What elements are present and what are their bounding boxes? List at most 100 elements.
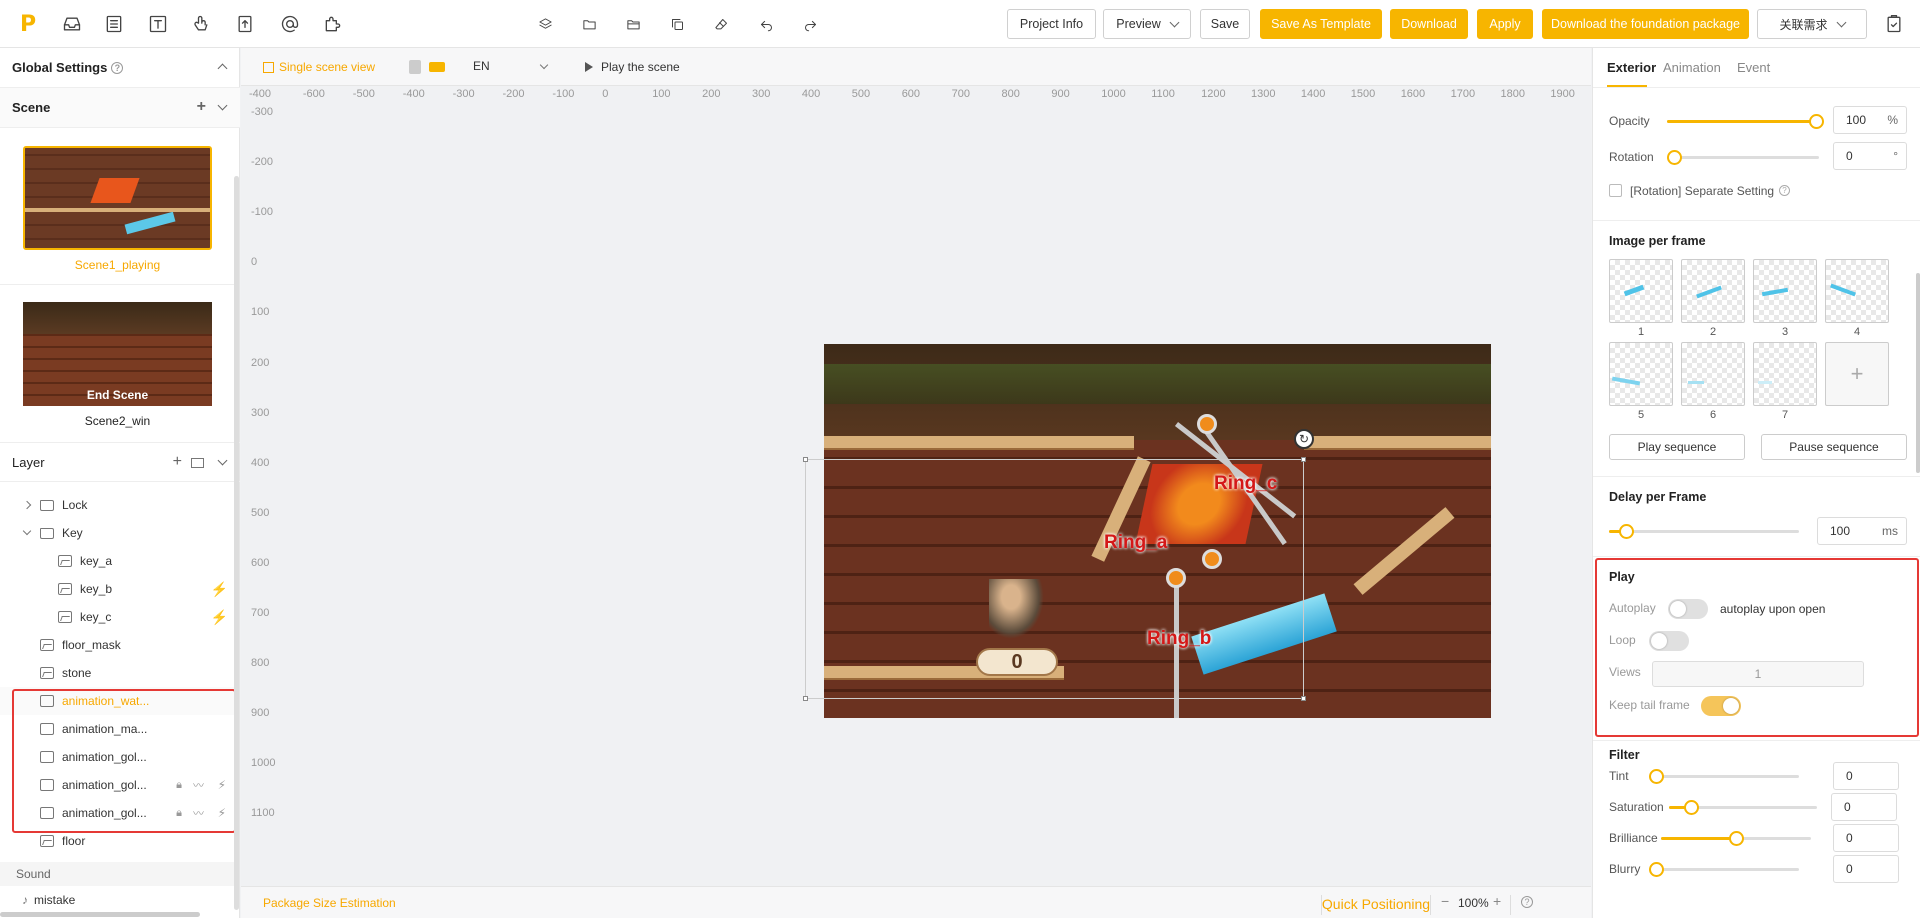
scene-stage[interactable]: ↻ Ring_a Ring_b Ring_c 0 xyxy=(824,344,1491,718)
frame-thumb-6[interactable] xyxy=(1681,342,1745,406)
filter-slider[interactable] xyxy=(1649,769,1799,784)
linked-requirement-dropdown[interactable]: 关联需求 xyxy=(1757,9,1867,39)
tab-animation[interactable]: Animation xyxy=(1663,60,1721,75)
filter-knob[interactable] xyxy=(1649,769,1664,784)
at-sign-icon[interactable] xyxy=(278,12,302,36)
copy-icon[interactable] xyxy=(665,12,689,36)
touch-tool-icon[interactable] xyxy=(189,12,213,36)
resize-handle[interactable] xyxy=(1301,457,1306,462)
package-size-link[interactable]: Package Size Estimation xyxy=(263,896,396,910)
filter-input[interactable]: 0 xyxy=(1833,855,1899,883)
add-frame-button[interactable]: + xyxy=(1825,342,1889,406)
filter-input[interactable]: 0 xyxy=(1831,793,1897,821)
sound-row-mistake[interactable]: ♪ mistake xyxy=(0,886,236,914)
chevron-down-icon[interactable] xyxy=(22,526,32,536)
lightning-icon[interactable]: ⚡ xyxy=(211,581,228,598)
chevron-down-icon[interactable] xyxy=(217,455,228,466)
save-as-template-button[interactable]: Save As Template xyxy=(1260,9,1382,39)
inbox-icon[interactable] xyxy=(60,12,84,36)
resize-handle[interactable] xyxy=(803,457,808,462)
language-select[interactable]: EN xyxy=(473,59,553,73)
layer-row-stone[interactable]: stone xyxy=(0,659,236,687)
tab-exterior[interactable]: Exterior xyxy=(1607,60,1656,75)
zoom-in-icon[interactable]: + xyxy=(1493,893,1501,909)
delay-knob[interactable] xyxy=(1619,524,1634,539)
frame-thumb-7[interactable] xyxy=(1753,342,1817,406)
undo-icon[interactable] xyxy=(754,12,778,36)
frame-thumb-4[interactable] xyxy=(1825,259,1889,323)
task-checklist-icon[interactable] xyxy=(1882,12,1906,36)
play-scene-button[interactable]: Play the scene xyxy=(585,60,680,74)
opacity-slider[interactable] xyxy=(1667,114,1824,129)
apply-button[interactable]: Apply xyxy=(1477,9,1533,39)
rotation-knob[interactable] xyxy=(1667,150,1682,165)
scene-thumbnail-2[interactable]: End Scene xyxy=(23,302,212,406)
delay-slider[interactable] xyxy=(1609,524,1799,539)
rotate-handle-icon[interactable]: ↻ xyxy=(1294,429,1314,449)
folder-icon[interactable] xyxy=(577,12,601,36)
layer-row-key-a[interactable]: key_a xyxy=(0,547,236,575)
frame-thumb-1[interactable] xyxy=(1609,259,1673,323)
opacity-input[interactable]: 100% xyxy=(1833,106,1907,134)
filter-slider[interactable] xyxy=(1661,831,1811,846)
single-scene-view-toggle[interactable]: Single scene view xyxy=(263,60,375,74)
filter-knob[interactable] xyxy=(1729,831,1744,846)
layers-icon[interactable] xyxy=(533,12,557,36)
filter-knob[interactable] xyxy=(1649,862,1664,877)
add-scene-icon[interactable]: + xyxy=(197,98,206,116)
panel-scrollbar[interactable] xyxy=(1916,273,1920,473)
layer-row-key-b[interactable]: key_b ⚡ xyxy=(0,575,236,603)
chevron-down-icon[interactable] xyxy=(217,100,228,111)
frame-thumb-5[interactable] xyxy=(1609,342,1673,406)
bg-color-swatch-yellow[interactable] xyxy=(429,62,445,72)
layer-row-key[interactable]: Key xyxy=(0,519,236,547)
quick-positioning-button[interactable]: Quick Positioning xyxy=(1321,896,1431,912)
add-folder-icon[interactable] xyxy=(191,458,204,468)
frame-thumb-3[interactable] xyxy=(1753,259,1817,323)
filter-slider[interactable] xyxy=(1649,862,1799,877)
redo-icon[interactable] xyxy=(798,12,822,36)
app-logo[interactable]: P xyxy=(20,12,36,37)
horizontal-scrollbar[interactable] xyxy=(0,912,200,917)
list-panel-icon[interactable] xyxy=(102,12,126,36)
layer-row-lock[interactable]: Lock xyxy=(0,491,236,519)
global-settings-header[interactable]: Global Settings ? xyxy=(0,48,240,88)
scene-thumbnail-1[interactable] xyxy=(23,146,212,250)
play-sequence-button[interactable]: Play sequence xyxy=(1609,434,1745,460)
chevron-up-icon[interactable] xyxy=(217,63,228,74)
filter-input[interactable]: 0 xyxy=(1833,762,1899,790)
chevron-right-icon[interactable] xyxy=(22,500,32,510)
lightning-icon[interactable]: ⚡ xyxy=(211,609,228,626)
rotation-slider[interactable] xyxy=(1667,150,1819,165)
filter-slider[interactable] xyxy=(1669,800,1817,815)
delay-input[interactable]: 100 ms xyxy=(1817,517,1907,545)
text-tool-icon[interactable] xyxy=(146,12,170,36)
download-button[interactable]: Download xyxy=(1390,9,1468,39)
opacity-knob[interactable] xyxy=(1809,114,1824,129)
frame-thumb-2[interactable] xyxy=(1681,259,1745,323)
download-foundation-button[interactable]: Download the foundation package xyxy=(1542,9,1749,39)
pause-sequence-button[interactable]: Pause sequence xyxy=(1761,434,1907,460)
eraser-icon[interactable] xyxy=(709,12,733,36)
resize-handle[interactable] xyxy=(803,696,808,701)
plugin-icon[interactable] xyxy=(321,12,345,36)
preview-dropdown[interactable]: Preview xyxy=(1103,9,1191,39)
tab-event[interactable]: Event xyxy=(1737,60,1770,75)
filter-knob[interactable] xyxy=(1684,800,1700,815)
add-layer-icon[interactable]: + xyxy=(173,453,182,471)
rotation-input[interactable]: 0 ° xyxy=(1833,142,1907,170)
bg-color-swatch-gray[interactable] xyxy=(409,60,421,74)
open-folder-icon[interactable] xyxy=(621,12,645,36)
save-button[interactable]: Save xyxy=(1200,9,1250,39)
layer-row-key-c[interactable]: key_c ⚡ xyxy=(0,603,236,631)
help-icon[interactable]: ? xyxy=(1521,896,1533,908)
vertical-scrollbar[interactable] xyxy=(234,176,239,910)
resize-handle[interactable] xyxy=(1301,696,1306,701)
help-icon[interactable]: ? xyxy=(1779,185,1790,196)
zoom-out-icon[interactable]: − xyxy=(1441,893,1449,909)
upload-file-icon[interactable] xyxy=(233,12,257,36)
filter-input[interactable]: 0 xyxy=(1833,824,1899,852)
project-info-button[interactable]: Project Info xyxy=(1007,9,1096,39)
layer-row-floor-mask[interactable]: floor_mask xyxy=(0,631,236,659)
rotation-separate-checkbox[interactable] xyxy=(1609,184,1622,197)
